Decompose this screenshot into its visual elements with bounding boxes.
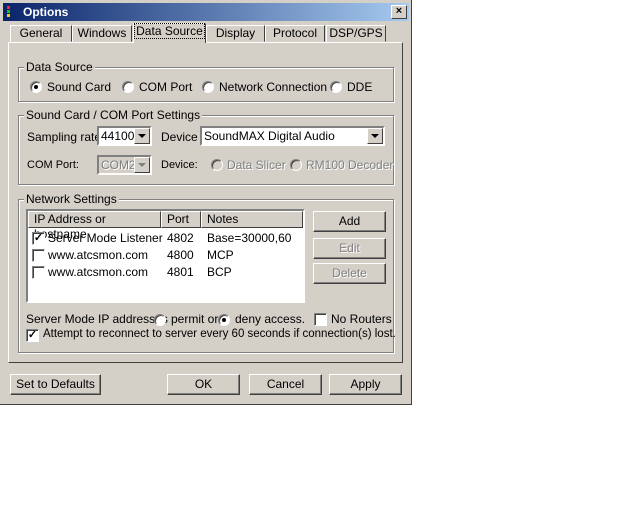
row-port: 4800	[167, 248, 194, 262]
tab-dsp-gps[interactable]: DSP/GPS	[326, 25, 386, 42]
tab-label: Windows	[77, 26, 127, 40]
sampling-rate-value: 44100	[101, 129, 135, 143]
close-button[interactable]: ×	[391, 5, 407, 19]
row-host: www.atcsmon.com	[48, 265, 149, 279]
radio-dde[interactable]	[330, 81, 342, 93]
tab-label: General	[19, 26, 63, 40]
ok-button[interactable]: OK	[167, 374, 240, 395]
radio-com-port[interactable]	[122, 81, 134, 93]
tab-data-source[interactable]: Data Source	[133, 23, 206, 43]
row-checkbox[interactable]	[32, 249, 45, 262]
device-value: SoundMAX Digital Audio	[204, 129, 335, 143]
column-header-label: Notes	[207, 212, 239, 226]
apply-button[interactable]: Apply	[329, 374, 402, 395]
no-routers-label: No Routers	[331, 312, 392, 326]
tab-display[interactable]: Display	[206, 25, 265, 42]
row-port: 4802	[167, 231, 194, 245]
edit-button[interactable]: Edit	[313, 238, 386, 259]
tab-windows[interactable]: Windows	[72, 25, 132, 42]
server-mode-label: Server Mode IP addresses	[26, 312, 168, 326]
radio-sound-card[interactable]	[30, 81, 42, 93]
data-source-group-label: Data Source	[24, 60, 95, 74]
radio-rm100-decoder[interactable]	[290, 159, 302, 171]
row-checkbox[interactable]: ✓	[32, 232, 45, 245]
sampling-rate-select[interactable]: 44100	[97, 126, 152, 146]
column-header-label: Port	[167, 212, 190, 226]
tab-label: Display	[215, 26, 256, 40]
com-device-label: Device:	[161, 159, 198, 171]
row-notes: BCP	[207, 265, 232, 279]
com-port-value: COM2	[101, 158, 136, 172]
radio-com-port-label: COM Port	[139, 80, 193, 94]
chevron-down-icon[interactable]	[134, 157, 150, 173]
table-row[interactable]: www.atcsmon.com 4800 MCP	[28, 247, 303, 264]
radio-network-connection[interactable]	[202, 81, 214, 93]
host-list[interactable]: IP Address or hostname Port Notes ✓ Serv…	[26, 209, 305, 303]
row-notes: MCP	[207, 248, 234, 262]
checkmark-icon: ✓	[27, 329, 38, 341]
tab-protocol[interactable]: Protocol	[265, 25, 325, 42]
add-button[interactable]: Add	[313, 211, 386, 232]
reconnect-label: Attempt to reconnect to server every 60 …	[43, 328, 396, 340]
network-group-label: Network Settings	[24, 192, 119, 206]
tab-label: DSP/GPS	[329, 26, 383, 40]
radio-rm100-decoder-label: RM100 Decoder	[306, 158, 394, 172]
app-icon	[7, 6, 10, 17]
radio-dde-label: DDE	[347, 80, 373, 94]
reconnect-checkbox[interactable]: ✓	[26, 329, 39, 342]
row-host: www.atcsmon.com	[48, 248, 149, 262]
chevron-down-icon[interactable]	[367, 128, 383, 144]
com-port-label: COM Port:	[27, 159, 79, 171]
tab-general[interactable]: General	[10, 25, 72, 42]
radio-network-connection-label: Network Connection	[219, 80, 328, 94]
com-port-select[interactable]: COM2	[97, 155, 152, 175]
row-port: 4801	[167, 265, 194, 279]
radio-permit-label: permit or	[171, 312, 219, 326]
radio-deny-label: deny access.	[235, 312, 306, 326]
sampling-rate-label: Sampling rate	[27, 130, 102, 144]
row-notes: Base=30000,60	[207, 231, 292, 245]
tab-label: Protocol	[272, 26, 318, 40]
chevron-down-icon[interactable]	[134, 128, 150, 144]
radio-sound-card-label: Sound Card	[47, 80, 112, 94]
title-bar[interactable]: Options	[3, 3, 409, 21]
column-header-notes[interactable]: Notes	[201, 211, 303, 228]
window-title: Options	[23, 5, 69, 19]
row-checkbox[interactable]	[32, 266, 45, 279]
tab-label: Data Source	[134, 23, 205, 39]
radio-data-slicer[interactable]	[211, 159, 223, 171]
row-host: Server Mode Listener	[48, 231, 163, 245]
no-routers-checkbox[interactable]	[314, 313, 327, 326]
soundcard-group-label: Sound Card / COM Port Settings	[24, 108, 203, 122]
table-row[interactable]: www.atcsmon.com 4801 BCP	[28, 264, 303, 281]
cancel-button[interactable]: Cancel	[249, 374, 322, 395]
checkmark-icon: ✓	[33, 232, 44, 244]
options-dialog: Options × General Windows Data Source Di…	[0, 0, 412, 405]
device-select[interactable]: SoundMAX Digital Audio	[200, 126, 385, 146]
delete-button[interactable]: Delete	[313, 263, 386, 284]
radio-deny[interactable]	[218, 314, 230, 326]
device-label: Device	[161, 130, 198, 144]
table-row[interactable]: ✓ Server Mode Listener 4802 Base=30000,6…	[28, 230, 303, 247]
radio-data-slicer-label: Data Slicer	[227, 158, 286, 172]
radio-permit[interactable]	[154, 314, 166, 326]
set-defaults-button[interactable]: Set to Defaults	[10, 374, 101, 395]
close-icon: ×	[395, 5, 403, 17]
column-header-port[interactable]: Port	[161, 211, 201, 228]
column-header-host[interactable]: IP Address or hostname	[28, 211, 161, 241]
